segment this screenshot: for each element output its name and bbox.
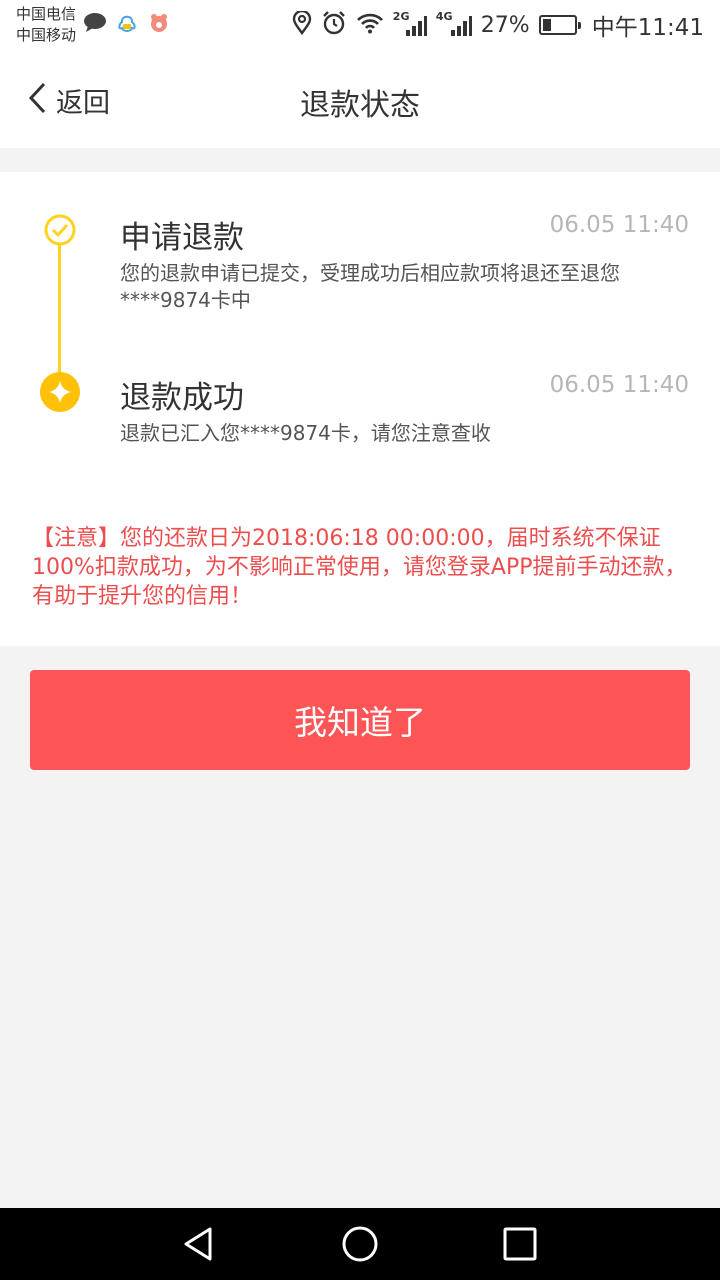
app-notification-icon (147, 12, 171, 34)
location-icon (292, 9, 312, 39)
notification-icons (83, 12, 171, 34)
check-circle-icon (42, 212, 78, 248)
step-2-title: 退款成功 (120, 380, 244, 416)
step-2-description: 退款已汇入您****9874卡，请您注意查收 (120, 421, 491, 445)
step-1-description: 您的退款申请已提交，受理成功后相应款项将退还至退您****9874卡中 (120, 261, 620, 312)
triangle-back-icon[interactable] (180, 1224, 220, 1264)
carrier-2: 中国移动 (16, 26, 77, 44)
status-bar: 中国电信 中国移动 2G 4G 27% 中午11:41 (0, 0, 720, 50)
battery-icon (538, 15, 581, 35)
battery-percent: 27% (480, 12, 530, 38)
chat-bubble-icon (83, 12, 107, 34)
signal-4g-icon: 4G (436, 10, 472, 38)
step-1-title: 申请退款 (120, 220, 244, 256)
carrier-1: 中国电信 (16, 5, 77, 23)
step-2-time: 06.05 11:40 (549, 372, 689, 398)
timeline-line (58, 234, 61, 392)
notice-text: 【注意】您的还款日为2018:06:18 00:00:00，届时系统不保证100… (32, 526, 687, 609)
square-recent-icon[interactable] (500, 1224, 540, 1264)
page-title: 退款状态 (300, 88, 420, 123)
status-indicators: 2G 4G 27% 中午11:41 (292, 8, 704, 42)
carrier-info: 中国电信 中国移动 (16, 4, 76, 46)
sparkle-circle-icon (40, 372, 80, 412)
wifi-icon (356, 12, 384, 38)
step-1-time: 06.05 11:40 (549, 212, 689, 238)
battery-level (542, 19, 551, 31)
qq-icon (115, 12, 139, 34)
alarm-icon (321, 10, 347, 40)
signal-2g-icon: 2G (393, 10, 427, 38)
circle-home-icon[interactable] (340, 1224, 380, 1264)
refund-status-card: 申请退款 06.05 11:40 您的退款申请已提交，受理成功后相应款项将退还至… (0, 172, 720, 646)
system-nav-bar (0, 1208, 720, 1280)
clock: 中午11:41 (591, 15, 704, 41)
nav-bar: 返回 退款状态 (0, 50, 720, 148)
confirm-button[interactable]: 我知道了 (30, 670, 690, 770)
